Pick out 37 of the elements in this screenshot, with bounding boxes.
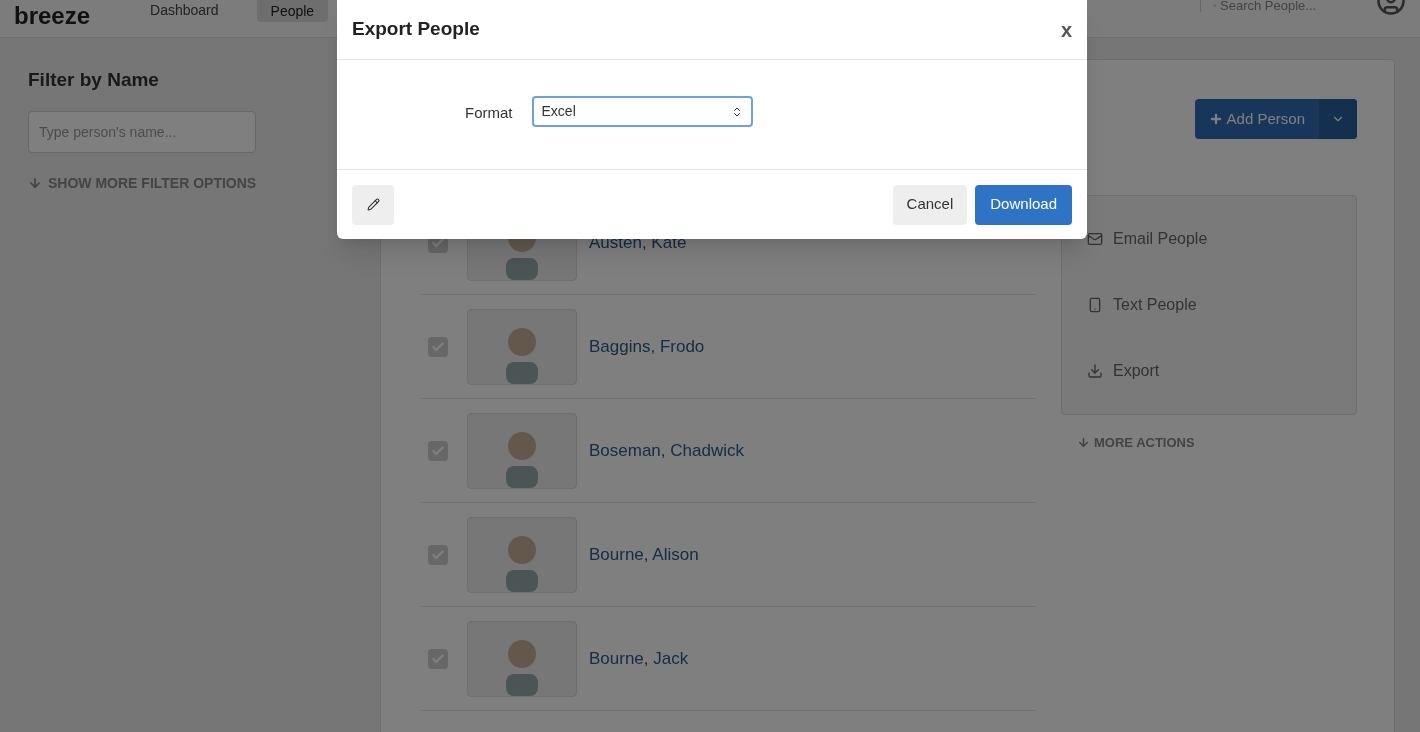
- person-name-link[interactable]: Bourne, Jack: [589, 645, 689, 672]
- row-checkbox[interactable]: [428, 440, 448, 461]
- action-link[interactable]: Text People: [1087, 293, 1331, 317]
- format-select[interactable]: Excel: [531, 96, 753, 127]
- action-link[interactable]: Email People: [1087, 227, 1331, 251]
- export-icon: [1087, 363, 1103, 379]
- person-name-link[interactable]: Baggins, Frodo: [589, 333, 705, 360]
- check-icon: [431, 443, 445, 458]
- add-person-button[interactable]: Add Person: [1194, 99, 1357, 139]
- caret-icon[interactable]: [1319, 99, 1357, 139]
- row-checkbox[interactable]: [428, 544, 448, 565]
- logo[interactable]: breeze: [14, 4, 91, 28]
- text-icon: [1087, 297, 1103, 313]
- email-icon: [1087, 231, 1103, 247]
- check-icon: [431, 547, 445, 562]
- action-link[interactable]: Export: [1087, 359, 1331, 383]
- arrow-down-icon: [28, 176, 42, 190]
- plus-icon: [1208, 112, 1223, 126]
- search-field[interactable]: Search People...: [1200, 0, 1360, 12]
- arrow-down-icon: [1077, 436, 1090, 450]
- download-button[interactable]: Download: [975, 184, 1072, 225]
- more-actions-link[interactable]: MORE ACTIONS: [1077, 433, 1195, 453]
- person-name-link[interactable]: Bourne, Alison: [589, 541, 699, 568]
- check-icon: [431, 339, 445, 354]
- edit-button[interactable]: [352, 184, 394, 225]
- dialog-title: Export People: [352, 17, 480, 42]
- check-icon: [431, 651, 445, 666]
- nav-tab[interactable]: Dashboard: [136, 0, 233, 20]
- format-label: Format: [465, 103, 513, 123]
- row-checkbox[interactable]: [428, 648, 448, 669]
- filter-title: Filter by Name: [28, 68, 160, 92]
- nav-tab[interactable]: People: [256, 0, 329, 22]
- row-checkbox[interactable]: [428, 336, 448, 357]
- person-name-link[interactable]: Boseman, Chadwick: [589, 437, 744, 464]
- close-button[interactable]: x: [1060, 19, 1072, 40]
- cancel-button[interactable]: Cancel: [892, 184, 968, 225]
- pencil-icon: [366, 198, 380, 211]
